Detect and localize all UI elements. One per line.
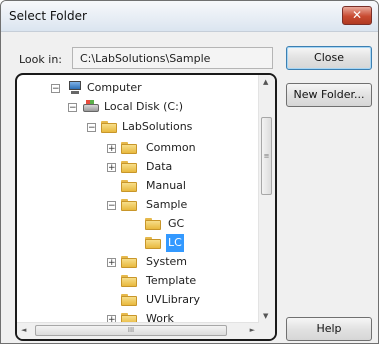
horizontal-scroll-thumb[interactable]: III: [35, 325, 227, 336]
tree-item-label: GC: [168, 217, 185, 230]
horizontal-scrollbar[interactable]: ◄ III ►: [17, 322, 259, 339]
tree-item-manual[interactable]: Manual: [17, 177, 257, 195]
collapse-icon[interactable]: −: [68, 103, 77, 113]
folder-icon: [121, 142, 137, 154]
tree-item-template[interactable]: Template: [17, 272, 257, 290]
tree-item-uvlibrary[interactable]: UVLibrary: [17, 291, 257, 309]
folder-icon: [121, 275, 137, 287]
expand-icon[interactable]: +: [107, 258, 116, 268]
folder-icon: [121, 256, 137, 268]
title-bar: Select Folder ✕: [1, 1, 378, 32]
tree-item-label: Template: [146, 274, 197, 287]
disk-icon: [83, 100, 99, 113]
tree-item-label: Computer: [87, 81, 142, 94]
tree-item-common[interactable]: + Common: [17, 139, 257, 157]
tree-item-label: Data: [146, 160, 173, 173]
collapse-icon[interactable]: −: [107, 201, 116, 211]
folder-tree: − Computer − Local Disk (C:) − LabSoluti…: [17, 75, 259, 323]
close-window-button[interactable]: ✕: [342, 6, 372, 25]
folder-icon: [145, 218, 161, 230]
tree-item-lc[interactable]: LC: [17, 234, 257, 252]
collapse-icon[interactable]: −: [87, 123, 96, 133]
tree-item-label: LabSolutions: [122, 120, 193, 133]
dialog-title: Select Folder: [9, 9, 87, 23]
folder-icon: [121, 199, 137, 211]
expand-icon[interactable]: +: [107, 163, 116, 173]
expand-icon[interactable]: +: [107, 144, 116, 154]
tree-item-system[interactable]: + System: [17, 253, 257, 271]
tree-item-label: Common: [146, 141, 196, 154]
folder-icon: [145, 237, 161, 249]
folder-icon: [101, 121, 117, 133]
tree-item-local-disk[interactable]: − Local Disk (C:): [17, 98, 257, 116]
vertical-scroll-thumb[interactable]: ≡: [261, 117, 272, 195]
tree-item-label-selected: LC: [166, 234, 184, 252]
tree-item-gc[interactable]: GC: [17, 215, 257, 233]
look-in-field: C:\LabSolutions\Sample: [72, 47, 273, 69]
tree-item-label: UVLibrary: [146, 293, 201, 306]
scroll-down-icon[interactable]: ▼: [263, 312, 268, 320]
folder-icon: [121, 294, 137, 306]
folder-icon: [121, 161, 137, 173]
help-button[interactable]: Help: [286, 317, 372, 341]
folder-tree-view[interactable]: − Computer − Local Disk (C:) − LabSoluti…: [15, 73, 277, 341]
scroll-right-icon[interactable]: ►: [250, 326, 255, 334]
close-icon: ✕: [351, 8, 363, 22]
tree-item-data[interactable]: + Data: [17, 158, 257, 176]
vertical-scrollbar[interactable]: ▲ ≡ ▼: [258, 75, 275, 323]
tree-item-label: Manual: [146, 179, 186, 192]
select-folder-dialog: Select Folder ✕ Look in: C:\LabSolutions…: [0, 0, 379, 344]
computer-icon: [67, 81, 83, 94]
new-folder-button[interactable]: New Folder...: [286, 83, 372, 107]
tree-item-sample[interactable]: − Sample: [17, 196, 257, 214]
tree-item-label: Local Disk (C:): [104, 100, 184, 113]
collapse-icon[interactable]: −: [51, 84, 60, 94]
folder-icon: [121, 180, 137, 192]
tree-item-label: System: [146, 255, 188, 268]
tree-item-label: Sample: [146, 198, 188, 211]
look-in-label: Look in:: [19, 53, 62, 66]
scroll-left-icon[interactable]: ◄: [21, 326, 26, 334]
scrollbar-corner: [259, 323, 275, 339]
scroll-up-icon[interactable]: ▲: [263, 78, 268, 86]
tree-item-computer[interactable]: − Computer: [17, 79, 257, 97]
tree-item-labsolutions[interactable]: − LabSolutions: [17, 118, 257, 136]
close-button[interactable]: Close: [286, 46, 372, 70]
